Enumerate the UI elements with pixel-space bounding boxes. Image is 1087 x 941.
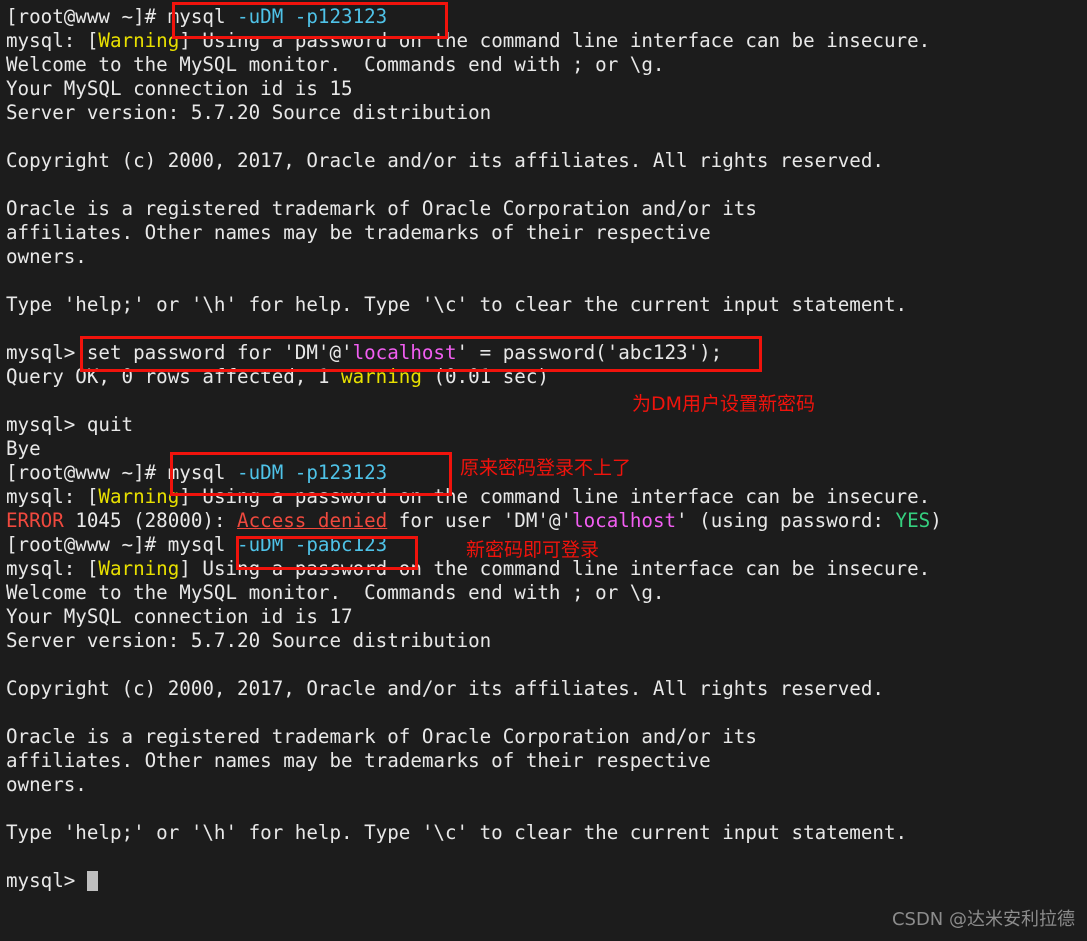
terminal-text-span: Warning xyxy=(98,485,180,508)
terminal-line: mysql> set password for 'DM'@'localhost'… xyxy=(6,341,1081,365)
terminal-line: Your MySQL connection id is 17 xyxy=(6,605,1081,629)
terminal-text-span: affiliates. Other names may be trademark… xyxy=(6,221,711,244)
terminal-line: Copyright (c) 2000, 2017, Oracle and/or … xyxy=(6,677,1081,701)
terminal-text-span: Oracle is a registered trademark of Orac… xyxy=(6,197,757,220)
text-cursor xyxy=(86,871,98,891)
terminal-text-span: ) xyxy=(930,509,942,532)
terminal-text-span: for user 'DM'@' xyxy=(387,509,573,532)
terminal-output: [root@www ~]# mysql -uDM -p123123 mysql: … xyxy=(6,5,1081,893)
annotation-set-new-password: 为DM用户设置新密码 xyxy=(632,393,816,415)
terminal-line: Welcome to the MySQL monitor. Commands e… xyxy=(6,53,1081,77)
terminal-text-span: -uDM -pabc123 xyxy=(237,533,388,556)
terminal-text-span: [root@www ~]# xyxy=(6,5,168,28)
terminal-line: Your MySQL connection id is 15 xyxy=(6,77,1081,101)
terminal-line: Oracle is a registered trademark of Orac… xyxy=(6,197,1081,221)
terminal-text-span: -uDM -p123123 xyxy=(237,5,388,28)
terminal-line: mysql: [Warning] Using a password on the… xyxy=(6,29,1081,53)
terminal-line: Server version: 5.7.20 Source distributi… xyxy=(6,629,1081,653)
terminal-text-span: owners. xyxy=(6,245,87,268)
annotation-new-password-works: 新密码即可登录 xyxy=(466,539,600,561)
terminal-text-span: [root@www ~]# mysql xyxy=(6,533,238,556)
terminal-text-span: Query OK, 0 rows affected, 1 xyxy=(6,365,342,388)
terminal-text-span: Warning xyxy=(98,29,180,52)
terminal-text-span: [root@www ~]# mysql xyxy=(6,461,238,484)
terminal-text-span: ' (using password: xyxy=(676,509,896,532)
terminal-text-span: owners. xyxy=(6,773,87,796)
terminal-line: Query OK, 0 rows affected, 1 warning (0.… xyxy=(6,365,1081,389)
terminal-text-span: affiliates. Other names may be trademark… xyxy=(6,749,711,772)
terminal-text-span: mysql> quit xyxy=(6,413,134,436)
terminal-text-span: mysql: [ xyxy=(6,485,99,508)
terminal-text-span: Oracle is a registered trademark of Orac… xyxy=(6,725,757,748)
terminal-text-span: Type 'help;' or '\h' for help. Type '\c'… xyxy=(6,293,908,316)
terminal-text-span: ] Using a password on the command line i… xyxy=(179,29,931,52)
terminal-text-span: Warning xyxy=(98,557,180,580)
terminal-text-span: ' = password('abc123'); xyxy=(456,341,723,364)
terminal-text-span: Bye xyxy=(6,437,41,460)
terminal-line: [root@www ~]# mysql -uDM -p123123 xyxy=(6,5,1081,29)
terminal-line: Welcome to the MySQL monitor. Commands e… xyxy=(6,581,1081,605)
terminal-text-span: mysql: [ xyxy=(6,29,99,52)
terminal-line: Server version: 5.7.20 Source distributi… xyxy=(6,101,1081,125)
terminal-text-span: Copyright (c) 2000, 2017, Oracle and/or … xyxy=(6,677,884,700)
terminal-text-span: localhost xyxy=(352,341,457,364)
terminal-text-span: localhost xyxy=(572,509,677,532)
terminal-line: Type 'help;' or '\h' for help. Type '\c'… xyxy=(6,821,1081,845)
terminal-line: owners. xyxy=(6,773,1081,797)
terminal-text-span: Welcome to the MySQL monitor. Commands e… xyxy=(6,53,665,76)
terminal-line: affiliates. Other names may be trademark… xyxy=(6,749,1081,773)
terminal-line: mysql> xyxy=(6,869,1081,893)
annotation-old-password-fails: 原来密码登录不上了 xyxy=(460,457,632,479)
csdn-watermark: CSDN @达米安利拉德 xyxy=(891,909,1075,930)
terminal-line: mysql: [Warning] Using a password on the… xyxy=(6,485,1081,509)
terminal-line: mysql> quit xyxy=(6,413,1081,437)
terminal-text-span: mysql> xyxy=(6,869,87,892)
terminal-text-span: -uDM -p123123 xyxy=(237,461,388,484)
terminal-text-span: Server version: 5.7.20 Source distributi… xyxy=(6,101,492,124)
terminal-text-span: Welcome to the MySQL monitor. Commands e… xyxy=(6,581,665,604)
terminal-text-span: mysql xyxy=(167,5,238,28)
terminal-text-span: warning xyxy=(341,365,422,388)
terminal-line: Copyright (c) 2000, 2017, Oracle and/or … xyxy=(6,149,1081,173)
terminal-text-span: ] Using a password on the command line i… xyxy=(179,485,931,508)
terminal-line: Type 'help;' or '\h' for help. Type '\c'… xyxy=(6,293,1081,317)
terminal-line: owners. xyxy=(6,245,1081,269)
terminal-text-span: Copyright (c) 2000, 2017, Oracle and/or … xyxy=(6,149,884,172)
terminal-text-span: ERROR xyxy=(6,509,64,532)
terminal-line: ERROR 1045 (28000): Access denied for us… xyxy=(6,509,1081,533)
terminal-text-span: mysql> set password for 'DM'@' xyxy=(6,341,353,364)
terminal-text-span: Access denied xyxy=(237,509,388,532)
terminal-window[interactable]: [root@www ~]# mysql -uDM -p123123 mysql: … xyxy=(0,0,1087,941)
terminal-text-span: Your MySQL connection id is 15 xyxy=(6,77,353,100)
terminal-line: affiliates. Other names may be trademark… xyxy=(6,221,1081,245)
terminal-text-span: Your MySQL connection id is 17 xyxy=(6,605,353,628)
terminal-line: Oracle is a registered trademark of Orac… xyxy=(6,725,1081,749)
terminal-text-span: YES xyxy=(895,509,931,532)
terminal-text-span: (0.01 sec) xyxy=(421,365,549,388)
terminal-text-span: Server version: 5.7.20 Source distributi… xyxy=(6,629,492,652)
terminal-text-span: mysql: [ xyxy=(6,557,99,580)
terminal-text-span: Type 'help;' or '\h' for help. Type '\c'… xyxy=(6,821,908,844)
terminal-text-span: 1045 (28000): xyxy=(63,509,238,532)
